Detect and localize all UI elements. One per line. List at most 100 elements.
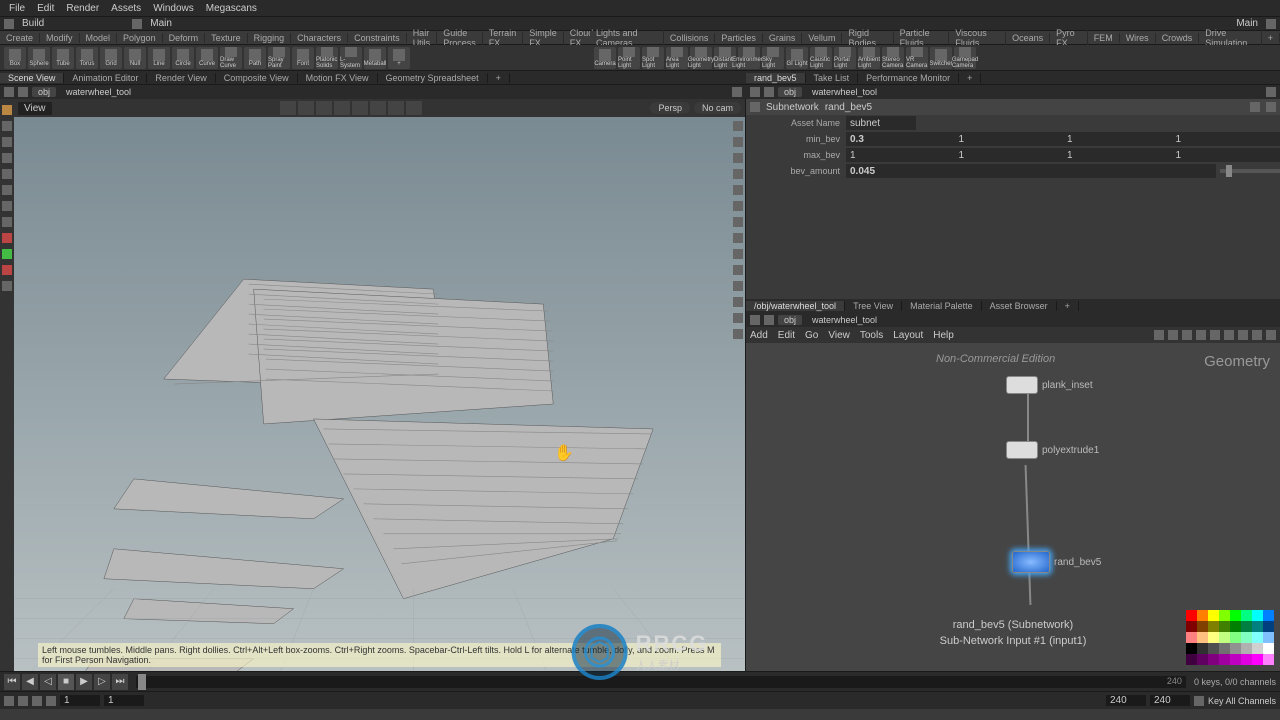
start-frame-input[interactable]: 1: [60, 695, 100, 706]
color-swatch[interactable]: [1186, 632, 1197, 643]
pane-tab-sceneview[interactable]: Scene View: [0, 73, 64, 83]
display-option-icon[interactable]: [733, 217, 743, 227]
shelf-tabset-left[interactable]: Create Modify Model Polygon Deform Textu…: [0, 31, 590, 45]
shelf-tab[interactable]: Texture: [205, 33, 248, 43]
shelf-tool[interactable]: Point Light: [618, 47, 640, 69]
shelf-tab[interactable]: Create: [0, 33, 40, 43]
view-option-icon[interactable]: [316, 101, 332, 115]
color-swatch[interactable]: [1252, 621, 1263, 632]
color-swatch[interactable]: [1230, 621, 1241, 632]
network-tab[interactable]: Material Palette: [902, 301, 982, 311]
param-field[interactable]: 1: [1063, 148, 1172, 162]
back-icon[interactable]: [4, 87, 14, 97]
shelf-tool[interactable]: Spot Light: [642, 47, 664, 69]
first-frame-icon[interactable]: ⏮: [4, 674, 20, 690]
shelf-tab[interactable]: Collisions: [664, 33, 716, 43]
param-field[interactable]: 1: [1172, 132, 1280, 146]
color-swatch[interactable]: [1208, 643, 1219, 654]
shelf-tab[interactable]: Polygon: [117, 33, 163, 43]
display-option-icon[interactable]: [733, 153, 743, 163]
param-field[interactable]: 1: [955, 132, 1064, 146]
realtime-icon[interactable]: [18, 696, 28, 706]
tool-icon[interactable]: [2, 281, 12, 291]
node-name-field[interactable]: rand_bev5: [825, 102, 1244, 113]
shelf-tool[interactable]: Draw Curve: [220, 47, 242, 69]
path-obj[interactable]: obj: [778, 87, 802, 97]
color-swatch[interactable]: [1197, 621, 1208, 632]
color-swatch[interactable]: [1197, 643, 1208, 654]
display-option-icon[interactable]: [733, 169, 743, 179]
node-rand-bev5[interactable]: rand_bev5: [1012, 551, 1101, 573]
arrow-icon-2[interactable]: [1266, 19, 1276, 29]
shelf-tool[interactable]: GI Light: [786, 47, 808, 69]
path-context[interactable]: waterwheel_tool: [60, 87, 728, 97]
tool-icon[interactable]: [2, 249, 12, 259]
asset-name-field[interactable]: subnet: [846, 116, 916, 130]
view-option-icon[interactable]: [406, 101, 422, 115]
shelf-tool[interactable]: Camera: [594, 47, 616, 69]
pane-tab-plus[interactable]: +: [959, 73, 981, 83]
view-option-icon[interactable]: [388, 101, 404, 115]
audio-icon[interactable]: [32, 696, 42, 706]
shelf-tool[interactable]: Box: [4, 47, 26, 69]
menu-layout[interactable]: Layout: [893, 330, 923, 341]
pane-tabs-viewport[interactable]: Scene View Animation Editor Render View …: [0, 71, 746, 85]
shelf-tab[interactable]: Oceans: [1006, 33, 1050, 43]
network-tool-icon[interactable]: [1196, 330, 1206, 340]
display-option-icon[interactable]: [733, 185, 743, 195]
color-swatch[interactable]: [1241, 632, 1252, 643]
pane-tabs-params[interactable]: rand_bev5 Take List Performance Monitor …: [746, 71, 1280, 85]
node-polyextrude1[interactable]: polyextrude1: [1006, 441, 1099, 459]
param-field[interactable]: 1: [1172, 148, 1280, 162]
move-tool-icon[interactable]: [2, 121, 12, 131]
view-option-icon[interactable]: [334, 101, 350, 115]
display-option-icon[interactable]: [733, 249, 743, 259]
network-view[interactable]: Non-Commercial Edition Geometry plank_in…: [746, 343, 1280, 671]
shelf-tab[interactable]: Model: [80, 33, 118, 43]
rotate-tool-icon[interactable]: [2, 137, 12, 147]
viewport-3d[interactable]: ✋ Left mouse tumbles. Middle pans. Right…: [14, 117, 745, 671]
path-context[interactable]: waterwheel_tool: [806, 87, 1262, 97]
shelf-tab[interactable]: Grains: [763, 33, 803, 43]
shelf-tool[interactable]: Sphere: [28, 47, 50, 69]
network-path-bar[interactable]: obj waterwheel_tool: [746, 313, 1280, 327]
network-tool-icon[interactable]: [1168, 330, 1178, 340]
network-tab-plus[interactable]: +: [1057, 301, 1079, 311]
shelf-tool[interactable]: Null: [124, 47, 146, 69]
play-reverse-icon[interactable]: ◁: [40, 674, 56, 690]
shelf-tool[interactable]: Platonic Solids: [316, 47, 338, 69]
menu-edit[interactable]: Edit: [32, 3, 59, 14]
color-swatch[interactable]: [1219, 643, 1230, 654]
network-tool-icon[interactable]: [1252, 330, 1262, 340]
menu-render[interactable]: Render: [61, 3, 104, 14]
color-swatch[interactable]: [1186, 654, 1197, 665]
color-swatch[interactable]: [1219, 621, 1230, 632]
radial-menu-label[interactable]: Main: [150, 18, 172, 29]
display-option-icon[interactable]: [733, 201, 743, 211]
forward-icon[interactable]: [764, 87, 774, 97]
range-start-input[interactable]: 1: [104, 695, 144, 706]
pane-tab[interactable]: Performance Monitor: [858, 73, 959, 83]
pane-tab[interactable]: Motion FX View: [298, 73, 378, 83]
shelf-tool[interactable]: Tube: [52, 47, 74, 69]
menu-view[interactable]: View: [828, 330, 850, 341]
shelf-tool[interactable]: Torus: [76, 47, 98, 69]
view-mode-label[interactable]: View: [18, 102, 52, 115]
play-icon[interactable]: ▶: [76, 674, 92, 690]
network-tab[interactable]: Tree View: [845, 301, 902, 311]
shelf-tab[interactable]: Vellum: [802, 33, 842, 43]
display-option-icon[interactable]: [733, 137, 743, 147]
menu-assets[interactable]: Assets: [106, 3, 146, 14]
color-swatch[interactable]: [1241, 654, 1252, 665]
next-frame-icon[interactable]: ▷: [94, 674, 110, 690]
tool-icon[interactable]: [2, 265, 12, 275]
color-swatch[interactable]: [1263, 643, 1274, 654]
range-end-input[interactable]: 240: [1106, 695, 1146, 706]
arrow-icon[interactable]: [132, 19, 142, 29]
tool-icon[interactable]: [2, 185, 12, 195]
shelf-tool[interactable]: Metaball: [364, 47, 386, 69]
display-option-icon[interactable]: [733, 233, 743, 243]
param-field[interactable]: 1: [846, 148, 955, 162]
color-swatch[interactable]: [1230, 643, 1241, 654]
shelf-tool[interactable]: Font: [292, 47, 314, 69]
